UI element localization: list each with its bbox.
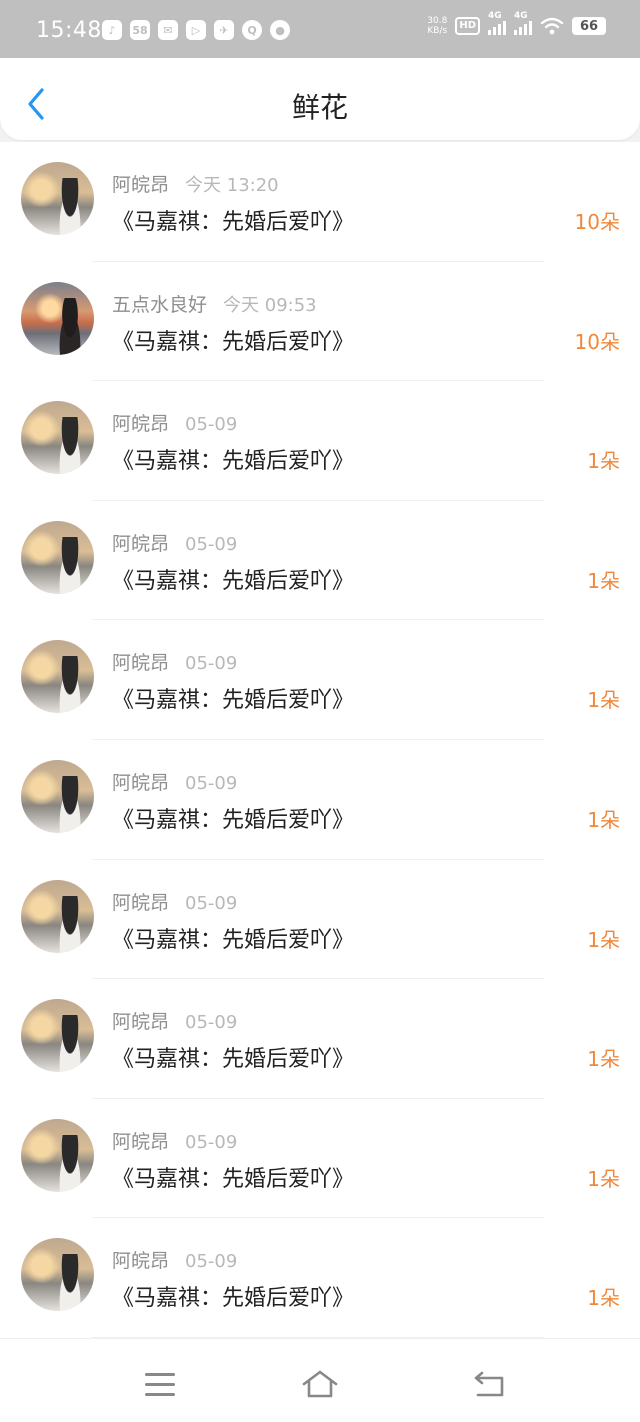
flower-count: 10朵	[574, 329, 620, 354]
username: 五点水良好 今天 09:53	[112, 290, 317, 317]
header-bar: 鲜花	[0, 58, 640, 140]
book-title[interactable]: 《马嘉祺：先婚后爱吖》	[112, 563, 354, 595]
avatar[interactable]	[21, 162, 94, 235]
username: 阿皖昂 05-09	[112, 1007, 237, 1034]
avatar[interactable]	[21, 640, 94, 714]
flower-count: 1朵	[587, 1047, 620, 1072]
list-item-1[interactable]: 五点水良好 今天 09:53 《马嘉祺：先婚后爱吖》 10朵	[0, 262, 640, 382]
username: 阿皖昂 05-09	[112, 529, 237, 556]
book-title[interactable]: 《马嘉祺：先婚后爱吖》	[112, 204, 354, 236]
flower-count: 1朵	[587, 807, 620, 832]
page-title: 鲜花	[291, 91, 348, 124]
username: 阿皖昂 05-09	[112, 1246, 237, 1273]
username-text: 阿皖昂	[112, 174, 170, 196]
list-item-5[interactable]: 阿皖昂 05-09 《马嘉祺：先婚后爱吖》 1朵	[0, 740, 640, 860]
network-speed-value: 30.8	[427, 16, 448, 26]
list-item-2[interactable]: 阿皖昂 05-09 《马嘉祺：先婚后爱吖》 1朵	[0, 381, 640, 501]
notification-icons: ♪ 58 ✉ ▷ ✈ Q ●	[102, 20, 290, 40]
flower-list: 阿皖昂 今天 13:20 《马嘉祺：先婚后爱吖》 10朵 五点水良好 今天 09:5…	[0, 142, 640, 1338]
flower-count: 10朵	[574, 210, 620, 234]
signal-sim2-icon: 4G	[514, 11, 532, 35]
username: 阿皖昂 05-09	[112, 648, 237, 675]
book-title[interactable]: 《马嘉祺：先婚后爱吖》	[112, 802, 354, 834]
timestamp: 今天 13:20	[185, 175, 279, 196]
app-58-icon: 58	[130, 20, 150, 40]
timestamp: 今天 09:53	[223, 294, 317, 316]
avatar[interactable]	[21, 759, 94, 833]
flower-count: 1朵	[587, 568, 620, 593]
network-speed: 30.8 KB/s	[427, 16, 447, 36]
timestamp: 05-09	[185, 1131, 238, 1153]
list-item-8[interactable]: 阿皖昂 05-09 《马嘉祺：先婚后爱吖》 1朵	[0, 1099, 640, 1219]
mail-icon: ✉	[158, 20, 178, 40]
timestamp: 05-09	[185, 892, 238, 914]
signal-sim1-icon: 4G	[488, 11, 506, 35]
timestamp: 05-09	[185, 1012, 238, 1034]
list-item-9[interactable]: 阿皖昂 05-09 《马嘉祺：先婚后爱吖》 1朵	[0, 1218, 640, 1338]
battery-icon: 66	[572, 17, 606, 35]
home-icon[interactable]	[301, 1369, 339, 1399]
username: 阿皖昂 05-09	[112, 888, 237, 915]
play-icon: ▷	[186, 20, 206, 40]
timestamp: 05-09	[185, 772, 238, 794]
signal-sim2-label: 4G	[514, 11, 528, 21]
flower-count: 1朵	[587, 688, 620, 713]
avatar[interactable]	[21, 401, 94, 475]
username-text: 阿皖昂	[112, 891, 170, 914]
book-title[interactable]: 《马嘉祺：先婚后爱吖》	[112, 443, 354, 475]
username-text: 阿皖昂	[112, 1011, 170, 1034]
status-time: 15:48	[36, 18, 102, 43]
username: 阿皖昂 05-09	[112, 409, 237, 436]
username-text: 阿皖昂	[112, 532, 170, 555]
qq-icon: Q	[242, 20, 262, 40]
username: 阿皖昂 05-09	[112, 768, 237, 795]
flower-count: 1朵	[587, 1166, 620, 1191]
list-item-3[interactable]: 阿皖昂 05-09 《马嘉祺：先婚后爱吖》 1朵	[0, 501, 640, 621]
timestamp: 05-09	[185, 1251, 238, 1273]
flower-count: 1朵	[587, 1286, 620, 1311]
system-nav-bar	[0, 1338, 640, 1422]
book-title[interactable]: 《马嘉祺：先婚后爱吖》	[112, 1161, 354, 1193]
network-speed-unit: KB/s	[427, 26, 448, 36]
avatar[interactable]	[21, 281, 94, 355]
avatar[interactable]	[21, 879, 94, 953]
status-indicators: 30.8 KB/s HD 4G 4G 66	[427, 11, 606, 36]
list-item-7[interactable]: 阿皖昂 05-09 《马嘉祺：先婚后爱吖》 1朵	[0, 979, 640, 1099]
back-icon[interactable]	[472, 1369, 506, 1399]
music-icon: ♪	[102, 20, 122, 40]
username-text: 阿皖昂	[112, 1130, 170, 1153]
list-item-0[interactable]: 阿皖昂 今天 13:20 《马嘉祺：先婚后爱吖》 10朵	[0, 142, 640, 262]
timestamp: 05-09	[185, 414, 238, 436]
username-text: 阿皖昂	[112, 413, 170, 436]
username: 阿皖昂 05-09	[112, 1127, 237, 1154]
chat-bubble-icon: ●	[270, 20, 290, 40]
menu-icon[interactable]	[145, 1373, 175, 1397]
avatar[interactable]	[21, 520, 94, 594]
flower-count: 1朵	[587, 927, 620, 952]
avatar[interactable]	[21, 999, 94, 1073]
timestamp: 05-09	[185, 653, 238, 675]
username-text: 阿皖昂	[112, 771, 170, 794]
wifi-icon	[540, 17, 564, 35]
signal-sim1-label: 4G	[488, 11, 502, 21]
username-text: 五点水良好	[112, 293, 208, 316]
timestamp: 05-09	[185, 533, 238, 555]
username: 阿皖昂 今天 13:20	[112, 170, 279, 197]
avatar[interactable]	[21, 1238, 94, 1312]
hd-icon: HD	[455, 17, 480, 35]
telegram-icon: ✈	[214, 20, 234, 40]
book-title[interactable]: 《马嘉祺：先婚后爱吖》	[112, 324, 354, 356]
book-title[interactable]: 《马嘉祺：先婚后爱吖》	[112, 922, 354, 954]
book-title[interactable]: 《马嘉祺：先婚后爱吖》	[112, 682, 354, 714]
username-text: 阿皖昂	[112, 652, 170, 675]
status-bar: 15:48 ♪ 58 ✉ ▷ ✈ Q ● 30.8 KB/s HD 4G 4G …	[0, 0, 640, 58]
username-text: 阿皖昂	[112, 1250, 170, 1273]
flower-count: 1朵	[587, 449, 620, 474]
avatar[interactable]	[21, 1118, 94, 1192]
list-item-4[interactable]: 阿皖昂 05-09 《马嘉祺：先婚后爱吖》 1朵	[0, 620, 640, 740]
book-title[interactable]: 《马嘉祺：先婚后爱吖》	[112, 1280, 354, 1312]
list-item-6[interactable]: 阿皖昂 05-09 《马嘉祺：先婚后爱吖》 1朵	[0, 860, 640, 980]
book-title[interactable]: 《马嘉祺：先婚后爱吖》	[112, 1041, 354, 1073]
